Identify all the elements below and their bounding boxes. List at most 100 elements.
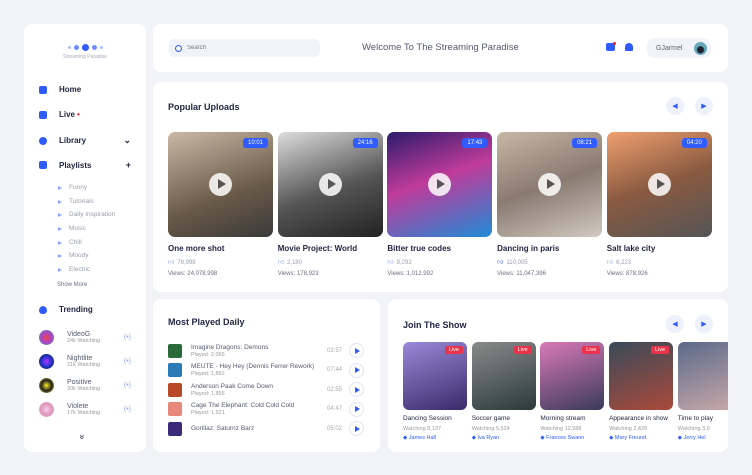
prev-button[interactable]: ◀ bbox=[666, 315, 684, 333]
next-button[interactable]: ▶ bbox=[695, 97, 713, 115]
likes: 👍︎ 2,180 bbox=[278, 258, 383, 266]
host-name: James Hall bbox=[408, 435, 436, 441]
playlist-item[interactable]: Daily Inspiration bbox=[58, 211, 115, 218]
search-bar[interactable] bbox=[169, 39, 320, 57]
live-show-card[interactable]: Live Dancing Session Watching 8,137 ◆ James… bbox=[403, 342, 467, 441]
prev-button[interactable]: ◀ bbox=[666, 97, 684, 115]
track-title: MEUTE - Hey Hey (Dennis Ferrer Rework) bbox=[191, 363, 315, 370]
nav-library[interactable]: Library ⌄ bbox=[39, 135, 131, 146]
thumbs-up-icon[interactable]: 👍︎ bbox=[497, 260, 503, 266]
playlist-item[interactable]: Electric bbox=[58, 266, 90, 273]
video-thumbnail[interactable]: 17:43 bbox=[387, 132, 493, 237]
trending-item[interactable]: Violete 17k Watching (•) bbox=[39, 402, 131, 417]
live-show-card[interactable]: Live Appearance in show Watching 2,429 ◆ Ma… bbox=[609, 342, 674, 441]
playlist-label: Moody bbox=[69, 252, 89, 259]
avatar bbox=[39, 330, 54, 345]
nav-home[interactable]: Home bbox=[39, 85, 131, 94]
video-card[interactable]: 10:01 One more shot 👍︎ 78,998 Views: 24,078,… bbox=[168, 132, 273, 277]
trending-name: VideoG bbox=[67, 331, 91, 338]
video-title[interactable]: Dancing in paris bbox=[497, 244, 602, 253]
user-menu[interactable]: GJarmel bbox=[647, 38, 711, 58]
video-thumbnail[interactable]: 08:21 bbox=[497, 132, 603, 237]
video-thumbnail[interactable]: 10:01 bbox=[168, 132, 273, 237]
track-row[interactable]: Gorillaz: Saturnz Barz 05:02 bbox=[168, 420, 364, 437]
logo[interactable]: Streaming Paradise bbox=[24, 44, 146, 60]
chevron-down-icon[interactable]: ⌄ bbox=[123, 135, 131, 146]
track-row[interactable]: Anderson Paak Come Down Played: 1,856 02:5… bbox=[168, 381, 364, 398]
thumbs-up-icon[interactable]: 👍︎ bbox=[168, 260, 174, 266]
play-icon[interactable] bbox=[538, 173, 562, 196]
show-title: Morning stream bbox=[540, 415, 586, 422]
play-button[interactable] bbox=[349, 401, 364, 417]
album-art bbox=[168, 343, 182, 358]
trending-item[interactable]: VideoG 24k Watching (•) bbox=[39, 330, 131, 345]
video-card[interactable]: 24:16 Movie Project: World 👍︎ 2,180 Views: 1… bbox=[277, 132, 383, 277]
playlist-item[interactable]: Funny bbox=[58, 184, 87, 191]
track-row[interactable]: MEUTE - Hey Hey (Dennis Ferrer Rework) Pl… bbox=[168, 362, 364, 379]
play-icon[interactable] bbox=[318, 173, 342, 196]
video-card[interactable]: 08:21 Dancing in paris 👍︎ 110,005 Views: 11,… bbox=[497, 132, 603, 277]
video-title[interactable]: One more shot bbox=[168, 244, 273, 253]
join-show-panel: Join The Show ◀ ▶ Live Dancing Session Wat… bbox=[388, 299, 728, 452]
bell-icon[interactable] bbox=[625, 43, 633, 51]
play-button[interactable] bbox=[349, 343, 364, 358]
watching-count: Watching 12,988 bbox=[540, 426, 582, 432]
play-icon[interactable] bbox=[647, 173, 671, 196]
expand-icon[interactable]: » bbox=[78, 434, 88, 439]
trending-name: Violete bbox=[67, 403, 89, 410]
playlist-item[interactable]: Moody bbox=[58, 252, 89, 259]
thumbs-up-icon[interactable]: 👍︎ bbox=[387, 260, 393, 266]
show-more-link[interactable]: Show More bbox=[57, 282, 87, 288]
thumbs-up-icon[interactable]: 👍︎ bbox=[607, 260, 613, 266]
video-thumbnail[interactable]: 04:20 bbox=[606, 132, 712, 237]
video-title[interactable]: Movie Project: World bbox=[278, 244, 383, 253]
play-count: Played: 1,892 bbox=[191, 371, 225, 377]
track-row[interactable]: Imagine Dragons: Demons Played: 2,065 03:5… bbox=[168, 342, 364, 359]
show-thumbnail[interactable]: Live bbox=[540, 342, 605, 410]
show-thumbnail[interactable] bbox=[677, 342, 728, 410]
live-show-card[interactable]: Time to play Watching 3,0 ◆ Jerry Hel bbox=[677, 342, 728, 441]
show-thumbnail[interactable]: Live bbox=[471, 342, 536, 410]
trending-heading[interactable]: Trending bbox=[39, 305, 131, 314]
nav-live[interactable]: Live • bbox=[39, 110, 131, 119]
thumbs-up-icon[interactable]: 👍︎ bbox=[278, 260, 284, 266]
show-title: Dancing Session bbox=[403, 415, 452, 422]
video-thumbnail[interactable]: 24:16 bbox=[277, 132, 383, 237]
play-button[interactable] bbox=[349, 382, 364, 397]
broadcast-icon: (•) bbox=[123, 358, 131, 365]
host[interactable]: ◆ Iva Ryan bbox=[472, 435, 536, 441]
play-button[interactable] bbox=[349, 362, 364, 378]
trending-watching: 21k Watching bbox=[67, 362, 101, 368]
video-card[interactable]: 04:20 Salt lake city 👍︎ 6,223 Views: 878,926 bbox=[606, 132, 712, 277]
play-icon[interactable] bbox=[428, 173, 452, 196]
playlist-item[interactable]: Tutorials bbox=[58, 198, 94, 205]
host[interactable]: ◆ Mary Freund bbox=[609, 435, 673, 441]
live-show-card[interactable]: Live Morning stream Watching 12,988 ◆ Franc… bbox=[540, 342, 605, 441]
trending-item[interactable]: Positive 20k Watching (•) bbox=[39, 378, 131, 393]
like-count: 78,998 bbox=[177, 260, 196, 266]
video-title[interactable]: Salt lake city bbox=[607, 244, 712, 253]
play-icon[interactable] bbox=[209, 173, 232, 196]
video-card[interactable]: 17:43 Bitter true codes 👍︎ 9,292 Views: 1,01… bbox=[387, 132, 493, 277]
show-thumbnail[interactable]: Live bbox=[609, 342, 674, 410]
live-show-card[interactable]: Live Soccer game Watching 5,524 ◆ Iva Ryan bbox=[471, 342, 536, 441]
host[interactable]: ◆ Jerry Hel bbox=[678, 435, 728, 441]
playlist-item[interactable]: Music bbox=[58, 225, 86, 232]
playlist-item[interactable]: Chill bbox=[58, 239, 82, 246]
trending-item[interactable]: Nightlite 21k Watching (•) bbox=[39, 354, 131, 369]
play-button[interactable] bbox=[349, 421, 364, 436]
video-title[interactable]: Bitter true codes bbox=[387, 244, 492, 253]
nav-playlists[interactable]: Playlists + bbox=[39, 160, 131, 170]
track-duration: 04:47 bbox=[326, 406, 342, 412]
playlist-label: Tutorials bbox=[69, 198, 94, 205]
add-playlist-icon[interactable]: + bbox=[126, 160, 131, 170]
next-button[interactable]: ▶ bbox=[695, 315, 713, 333]
host[interactable]: ◆ James Hall bbox=[403, 435, 467, 441]
view-count: Views: 878,926 bbox=[606, 271, 648, 277]
show-thumbnail[interactable]: Live bbox=[403, 342, 467, 410]
mail-icon[interactable] bbox=[606, 42, 616, 51]
track-duration: 05:02 bbox=[326, 425, 342, 432]
track-row[interactable]: Cage The Elephant: Cold Cold Cold Played:… bbox=[168, 401, 364, 418]
search-input[interactable] bbox=[187, 45, 307, 51]
host[interactable]: ◆ Frances Swann bbox=[540, 435, 604, 441]
